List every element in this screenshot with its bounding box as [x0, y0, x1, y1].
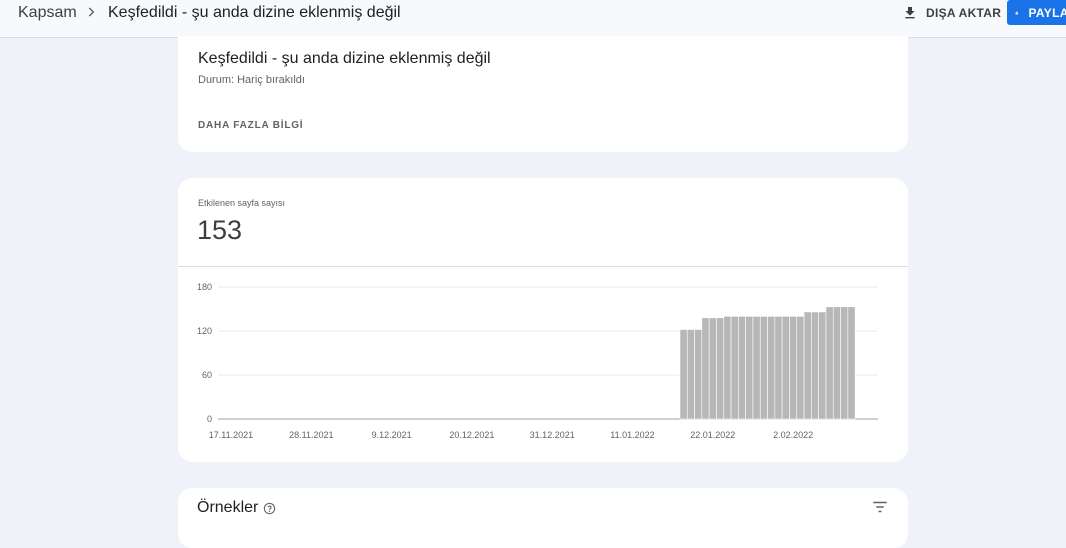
chart-bar	[840, 306, 849, 420]
examples-card: Örnekler	[178, 488, 908, 548]
chart-bar	[738, 316, 746, 420]
chart-bar	[679, 329, 688, 420]
chart-bar	[745, 316, 754, 420]
y-tick-label: 60	[202, 370, 212, 380]
chevron-right-icon	[88, 7, 95, 17]
chart-bar	[811, 311, 819, 420]
chart-bar	[716, 317, 725, 420]
summary-card: Keşfedildi - şu anda dizine eklenmiş değ…	[178, 36, 908, 152]
share-label: PAYLAŞ	[1028, 5, 1066, 20]
export-label: DIŞA AKTAR	[926, 6, 1002, 20]
x-tick-label: 11.01.2022	[610, 430, 654, 440]
chart-bar	[781, 316, 790, 420]
breadcrumb-root[interactable]: Kapsam	[18, 4, 77, 22]
filter-icon[interactable]	[871, 498, 889, 516]
help-icon[interactable]	[263, 502, 276, 515]
chart-bar	[767, 316, 776, 420]
chart-bar	[759, 316, 768, 420]
y-tick-label: 0	[207, 414, 212, 424]
breadcrumb-current: Keşfedildi - şu anda dizine eklenmiş değ…	[108, 4, 401, 21]
chart-bar	[825, 306, 834, 420]
pages-chart: 180 120 60 0 17.11.2021 28.11.2021 9.12.2021 20…	[197, 282, 878, 440]
chart-bar	[708, 317, 717, 420]
x-tick-label: 28.11.2021	[289, 430, 333, 440]
chart-bar	[796, 316, 805, 420]
chart-card: Etkilenen sayfa sayısı 153 180 120 60 0 17.1…	[178, 178, 908, 462]
x-tick-label: 2.02.2022	[773, 430, 813, 440]
chart-bar	[847, 306, 856, 420]
top-bar: Kapsam Keşfedildi - şu anda dizine eklen…	[0, 0, 1066, 38]
download-icon	[905, 7, 915, 19]
x-tick-label: 22.01.2022	[690, 430, 735, 440]
x-tick-label: 9.12.2021	[372, 430, 412, 440]
summary-title: Keşfedildi - şu anda dizine eklenmiş değ…	[198, 50, 491, 67]
metric-label: Etkilenen sayfa sayısı	[198, 198, 286, 208]
y-tick-label: 180	[197, 282, 212, 292]
lock-icon	[1015, 10, 1018, 14]
chart-bar	[694, 329, 703, 420]
chart-bar	[701, 317, 710, 420]
x-tick-label: 31.12.2021	[530, 430, 575, 440]
more-info-button[interactable]: DAHA FAZLA BİLGİ	[198, 120, 303, 131]
share-button[interactable]: PAYLAŞ	[1007, 0, 1066, 25]
y-tick-label: 120	[197, 326, 212, 336]
chart-bar	[818, 311, 827, 420]
examples-title: Örnekler	[197, 499, 259, 516]
export-button[interactable]: DIŞA AKTAR	[902, 2, 1001, 24]
metric-value: 153	[197, 215, 243, 245]
x-tick-label: 20.12.2021	[449, 430, 494, 440]
chart-bar	[832, 306, 841, 420]
chart-bar	[686, 329, 695, 420]
chart-bar	[730, 316, 739, 420]
chart-bar	[774, 316, 783, 420]
x-tick-label: 17.11.2021	[209, 430, 253, 440]
chart-bar	[723, 316, 732, 420]
chart-bar	[789, 316, 798, 420]
chart-bar	[752, 316, 761, 420]
status-text: Durum: Hariç bırakıldı	[198, 74, 305, 86]
chart-bar	[803, 311, 812, 420]
